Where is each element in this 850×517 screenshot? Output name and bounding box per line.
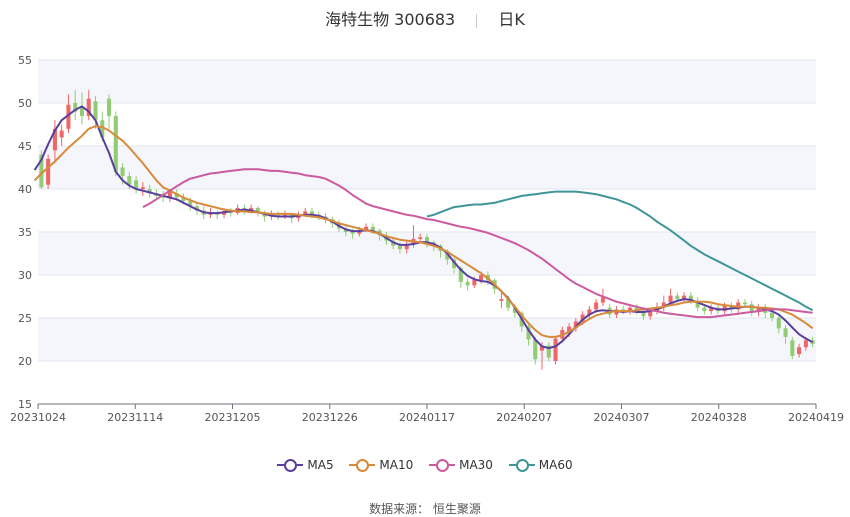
y-tick-label: 30: [18, 269, 32, 282]
grid-band: [38, 60, 816, 103]
legend-label-ma10: MA10: [379, 458, 414, 472]
candle-body: [113, 115, 118, 172]
candle-body: [776, 318, 781, 329]
x-tick-label: 20231226: [302, 411, 358, 424]
y-tick-label: 50: [18, 97, 32, 110]
candle-body: [790, 340, 795, 356]
candle-body: [783, 328, 788, 337]
x-tick-label: 20231024: [10, 411, 66, 424]
candle-body: [59, 130, 64, 138]
candle-body: [499, 299, 504, 301]
candle-body: [668, 295, 673, 303]
candle-body: [702, 307, 707, 312]
candle-body: [675, 295, 680, 300]
candle-body: [769, 312, 775, 318]
x-tick-label: 20240328: [691, 411, 747, 424]
legend-label-ma60: MA60: [538, 458, 573, 472]
data-source: 数据来源： 恒生聚源: [0, 500, 850, 517]
candle-body: [479, 275, 484, 281]
legend-label-ma5: MA5: [307, 458, 334, 472]
legend-item-ma60[interactable]: MA60: [508, 458, 573, 472]
x-tick-label: 20240307: [594, 411, 650, 424]
x-tick-label: 20231114: [107, 411, 163, 424]
candle-body: [797, 347, 802, 355]
y-tick-label: 25: [18, 312, 32, 325]
legend-swatch-ma5: [277, 458, 304, 472]
candle-body: [120, 167, 125, 177]
x-tick-label: 20240419: [788, 411, 844, 424]
candlestick-chart: 15 20 25 30 35 40 45 50 55 20231024 20231114 202312…: [10, 54, 844, 424]
grid-band: [38, 318, 816, 361]
legend-swatch-ma10: [349, 458, 376, 472]
x-tick-label: 20231205: [205, 411, 261, 424]
legend-label-ma30: MA30: [459, 458, 493, 472]
candle-body: [465, 281, 470, 286]
candle-body: [594, 302, 599, 310]
x-tick-label: 20240207: [496, 411, 552, 424]
candle-body: [533, 339, 538, 360]
candle-body: [397, 245, 402, 250]
source-label: 数据来源：: [369, 502, 430, 516]
legend-item-ma5[interactable]: MA5: [277, 458, 334, 472]
x-tick-label: 20240117: [399, 411, 455, 424]
candle-body: [350, 232, 355, 234]
y-tick-label: 45: [18, 140, 32, 153]
legend-item-ma10[interactable]: MA10: [349, 458, 413, 472]
candle-body: [742, 302, 747, 305]
candle-body: [600, 297, 605, 303]
candle-body: [370, 226, 375, 231]
candle-body: [107, 98, 112, 116]
candle-body: [553, 338, 558, 361]
legend: MA5 MA10 MA30 MA60: [0, 458, 850, 475]
candle-body: [46, 158, 51, 185]
grid-band: [38, 146, 816, 189]
y-tick-label: 55: [18, 54, 32, 67]
y-tick-label: 15: [18, 398, 32, 411]
candle-body: [140, 187, 145, 189]
series-line-ma5: [33, 105, 814, 350]
legend-swatch-ma30: [429, 458, 456, 472]
source-value: 恒生聚源: [432, 502, 481, 516]
legend-swatch-ma60: [508, 458, 535, 472]
candle-body: [418, 237, 423, 239]
legend-item-ma30[interactable]: MA30: [429, 458, 493, 472]
y-tick-label: 20: [18, 355, 32, 368]
y-tick-label: 35: [18, 226, 32, 239]
y-tick-label: 40: [18, 183, 32, 196]
candle-body: [472, 280, 477, 286]
candle-body: [803, 340, 808, 348]
